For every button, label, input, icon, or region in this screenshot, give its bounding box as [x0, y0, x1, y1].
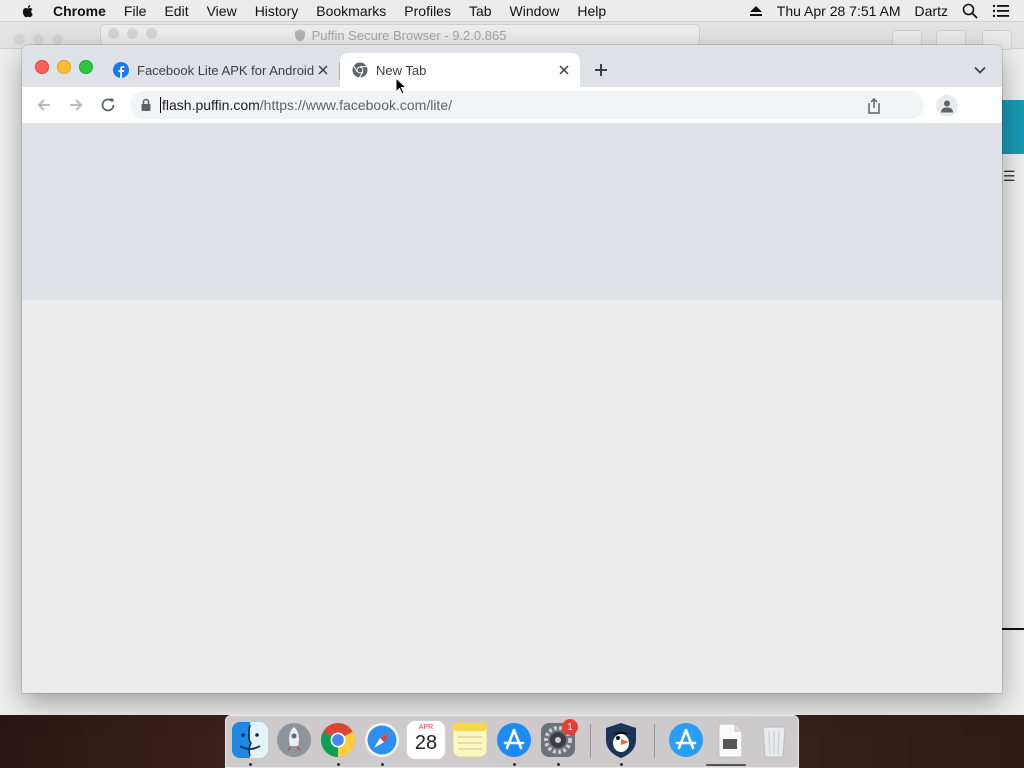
running-indicator [557, 763, 560, 766]
tab-facebook-lite[interactable]: Facebook Lite APK for Android [101, 53, 339, 87]
address-bar[interactable]: flash.puffin.com /https://www.facebook.c… [130, 91, 924, 119]
running-indicator [513, 763, 516, 766]
url-host: flash.puffin.com [162, 97, 260, 113]
menu-bar: Chrome File Edit View History Bookmarks … [0, 0, 1024, 22]
running-indicator [337, 763, 340, 766]
google-chrome-icon[interactable] [319, 721, 357, 759]
minimized-indicator [706, 764, 746, 766]
page-content-area [22, 300, 1002, 693]
menu-help[interactable]: Help [577, 3, 606, 19]
calendar-icon[interactable]: APR 28 [407, 721, 445, 759]
person-icon [941, 100, 953, 113]
chrome-icon [352, 62, 368, 78]
menu-tab[interactable]: Tab [469, 3, 492, 19]
menu-window[interactable]: Window [510, 3, 560, 19]
url-path: /https://www.facebook.com/lite/ [259, 97, 452, 113]
spotlight-search-icon[interactable] [962, 3, 978, 19]
menubar-user[interactable]: Dartz [915, 3, 948, 19]
new-tab-button[interactable] [591, 60, 611, 80]
background-window-title-bar[interactable]: Puffin Secure Browser - 9.2.0.865 [100, 24, 700, 46]
tab-close-icon[interactable] [315, 62, 331, 78]
lock-icon[interactable] [140, 98, 152, 112]
shield-icon [294, 29, 305, 41]
apple-icon[interactable] [19, 2, 37, 20]
tab-new-tab[interactable]: New Tab [340, 53, 580, 87]
mouse-cursor-icon [395, 77, 407, 95]
menu-app-name[interactable]: Chrome [53, 3, 106, 19]
calendar-month: APR [418, 724, 434, 731]
dock-separator [654, 724, 655, 758]
reload-button[interactable] [98, 95, 118, 115]
app-store-icon[interactable] [667, 721, 705, 759]
notes-icon[interactable] [451, 721, 489, 759]
eject-icon[interactable] [749, 5, 763, 17]
share-icon[interactable] [865, 97, 883, 115]
tab-label: Facebook Lite APK for Android [137, 62, 315, 78]
tab-close-icon[interactable] [556, 62, 572, 78]
control-center-list-icon[interactable] [992, 4, 1010, 18]
background-window-controls [14, 34, 63, 45]
running-indicator [620, 763, 623, 766]
menu-bookmarks[interactable]: Bookmarks [316, 3, 386, 19]
notification-badge: 1 [562, 719, 578, 735]
forward-button[interactable] [66, 95, 86, 115]
browser-toolbar: flash.puffin.com /https://www.facebook.c… [22, 87, 1002, 124]
page-content-header-area [22, 124, 1002, 300]
background-window-title: Puffin Secure Browser - 9.2.0.865 [311, 27, 507, 43]
menu-file[interactable]: File [124, 3, 147, 19]
tab-strip: Facebook Lite APK for Android New Tab [22, 45, 1002, 87]
minimize-window-button[interactable] [57, 60, 71, 74]
chrome-window[interactable]: Facebook Lite APK for Android New Tab fl… [22, 45, 1002, 693]
zoom-window-button[interactable] [79, 60, 93, 74]
dock: APR 28 1 [225, 715, 799, 768]
menu-history[interactable]: History [255, 3, 299, 19]
background-teal-panel [1002, 100, 1024, 154]
running-indicator [381, 763, 384, 766]
puffin-browser-icon[interactable] [602, 721, 640, 759]
trash-icon[interactable] [755, 721, 793, 759]
chevron-down-icon [974, 66, 986, 74]
back-arrow-icon [37, 99, 50, 111]
menu-view[interactable]: View [207, 3, 237, 19]
tab-search-button[interactable] [970, 61, 990, 79]
forward-arrow-icon [70, 99, 83, 111]
text-caret [160, 97, 161, 113]
facebook-icon [113, 62, 129, 78]
inner-window-controls [108, 28, 157, 39]
window-controls [35, 60, 93, 74]
app-store-icon[interactable] [495, 721, 533, 759]
menubar-datetime[interactable]: Thu Apr 28 7:51 AM [777, 3, 901, 19]
preview-document-icon[interactable] [711, 721, 749, 759]
background-divider [1002, 628, 1024, 630]
safari-icon[interactable] [363, 721, 401, 759]
launchpad-icon[interactable] [275, 721, 313, 759]
tab-label: New Tab [376, 62, 427, 78]
menu-edit[interactable]: Edit [164, 3, 188, 19]
hamburger-icon[interactable]: ☰ [1003, 168, 1016, 185]
close-window-button[interactable] [35, 60, 49, 74]
back-button[interactable] [34, 95, 54, 115]
reload-icon [101, 98, 115, 112]
plus-icon [595, 64, 607, 76]
menu-profiles[interactable]: Profiles [404, 3, 451, 19]
finder-icon[interactable] [231, 721, 269, 759]
dock-separator [590, 724, 591, 758]
profile-button[interactable] [936, 95, 958, 117]
running-indicator [249, 763, 252, 766]
calendar-day: 28 [414, 732, 438, 754]
